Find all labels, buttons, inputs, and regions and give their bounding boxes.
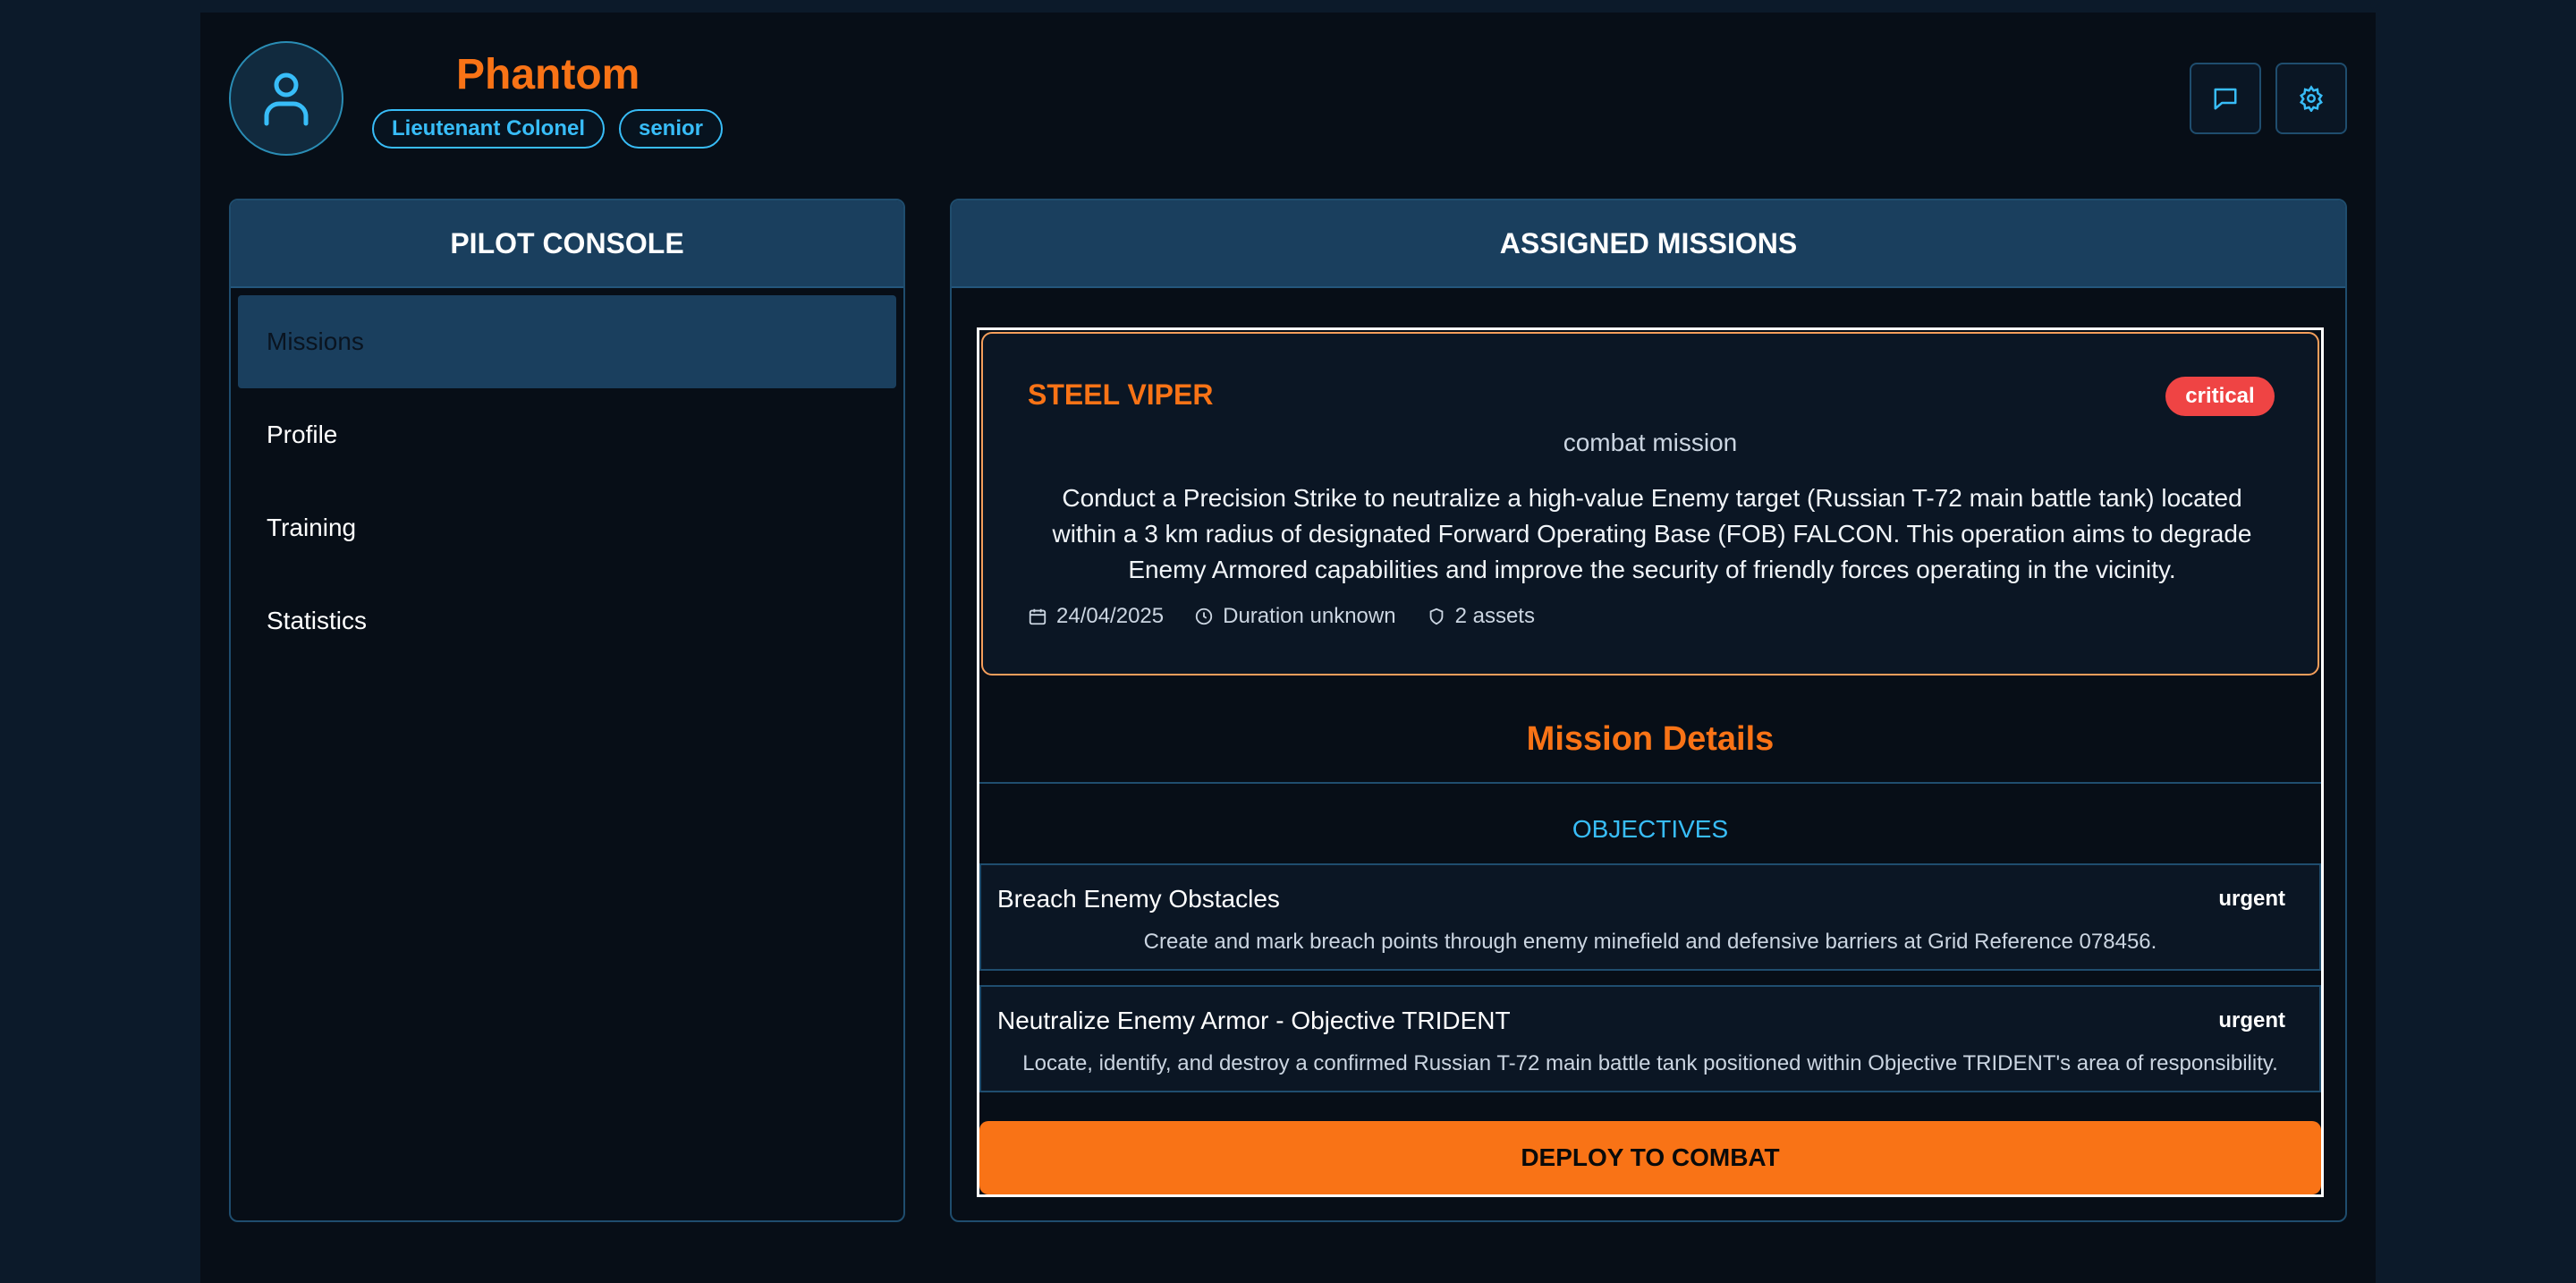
objective-title: Breach Enemy Obstacles [997,885,1280,913]
objective-item[interactable]: Neutralize Enemy Armor - Objective TRIDE… [979,985,2321,1092]
gear-icon [2298,85,2325,112]
mission-type: combat mission [1563,429,1738,456]
shield-icon [1427,607,1446,626]
pilot-name: Phantom [456,51,640,98]
app-root: Phantom Lieutenant Colonel senior PILOT … [200,13,2376,1283]
mission-details-title: Mission Details [1526,720,1775,758]
avatar[interactable] [229,41,343,156]
user-icon [261,70,311,127]
objective-priority: urgent [2218,887,2285,911]
rank-badge: Lieutenant Colonel [372,109,605,149]
divider [979,782,2321,784]
objective-priority: urgent [2218,1008,2285,1032]
message-square-icon [2212,85,2239,112]
messages-button[interactable] [2190,63,2261,134]
pilot-console-panel: PILOT CONSOLE Missions Profile Training … [229,199,905,1222]
sidebar-item-profile[interactable]: Profile [238,388,896,481]
sidebar-item-statistics[interactable]: Statistics [238,574,896,667]
deploy-to-combat-button[interactable]: DEPLOY TO COMBAT [979,1121,2321,1194]
assigned-missions-panel: ASSIGNED MISSIONS STEEL VIPER critical c… [950,199,2347,1222]
mission-assets: 2 assets [1454,604,1535,628]
sidebar-item-training[interactable]: Training [238,481,896,574]
sidebar-item-missions[interactable]: Missions [238,295,896,388]
mission-card[interactable]: STEEL VIPER critical combat mission Cond… [981,332,2319,675]
objective-description: Locate, identify, and destroy a confirme… [1022,1051,2278,1075]
assigned-missions-title: ASSIGNED MISSIONS [952,200,2345,288]
objective-description: Create and mark breach points through en… [1143,930,2157,954]
mission-duration: Duration unknown [1223,604,1396,628]
objectives-heading: OBJECTIVES [1572,815,1729,843]
objective-item[interactable]: Breach Enemy Obstacles urgent Create and… [979,863,2321,971]
mission-meta: 24/04/2025 Duration unknown 2 assets [1028,604,1535,629]
mission-description: Conduct a Precision Strike to neutralize… [1052,484,2252,583]
mission-name: STEEL VIPER [1028,378,1214,411]
level-badge: senior [619,109,723,149]
settings-button[interactable] [2275,63,2347,134]
calendar-icon [1028,607,1047,626]
priority-badge: critical [2165,377,2275,416]
pilot-console-title: PILOT CONSOLE [231,200,903,288]
mission-frame: STEEL VIPER critical combat mission Cond… [977,327,2324,1197]
mission-date: 24/04/2025 [1056,604,1165,628]
clock-icon [1194,607,1214,626]
objective-title: Neutralize Enemy Armor - Objective TRIDE… [997,1007,1511,1034]
